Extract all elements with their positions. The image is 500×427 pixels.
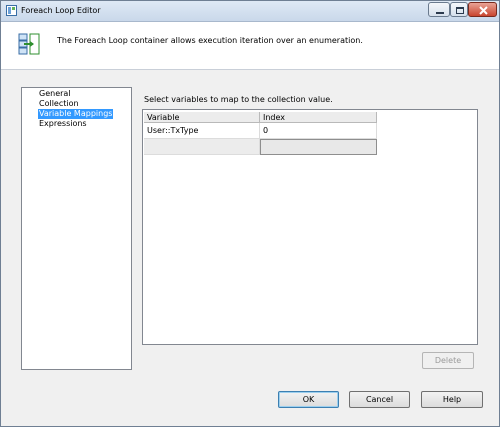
foreach-loop-editor-window: Foreach Loop Editor The Foreach Loop con… [0, 0, 500, 427]
window-title: Foreach Loop Editor [21, 6, 101, 15]
cell-variable[interactable]: User::TxType [144, 123, 260, 139]
delete-button[interactable]: Delete [422, 352, 474, 369]
app-icon [6, 5, 17, 16]
header-banner: The Foreach Loop container allows execut… [1, 22, 499, 70]
title-bar[interactable]: Foreach Loop Editor [1, 1, 499, 22]
cancel-button[interactable]: Cancel [349, 391, 410, 408]
foreach-loop-icon [18, 33, 40, 55]
minimize-button[interactable] [428, 2, 450, 17]
nav-item-expressions[interactable]: Expressions [38, 119, 88, 129]
nav-item-variable-mappings[interactable]: Variable Mappings [38, 109, 114, 119]
ok-button[interactable]: OK [278, 391, 339, 408]
restore-icon [456, 7, 464, 14]
nav-item-collection[interactable]: Collection [38, 99, 80, 109]
minimize-icon [436, 12, 444, 14]
close-button[interactable] [468, 2, 497, 17]
new-row-variable-cell[interactable] [144, 139, 260, 155]
nav-item-general[interactable]: General [38, 89, 72, 99]
close-icon [479, 6, 488, 15]
column-header-variable[interactable]: Variable [144, 112, 260, 123]
maximize-button[interactable] [450, 2, 468, 17]
variable-mappings-grid[interactable]: Variable Index User::TxType 0 [142, 109, 478, 345]
help-button[interactable]: Help [421, 391, 483, 408]
panel-instruction: Select variables to map to the collectio… [144, 95, 333, 104]
page-navigation-list: General Collection Variable Mappings Exp… [21, 87, 132, 370]
cell-index[interactable]: 0 [260, 123, 377, 139]
header-description: The Foreach Loop container allows execut… [57, 36, 363, 45]
column-header-index[interactable]: Index [260, 112, 377, 123]
new-row-index-cell[interactable] [260, 139, 377, 155]
